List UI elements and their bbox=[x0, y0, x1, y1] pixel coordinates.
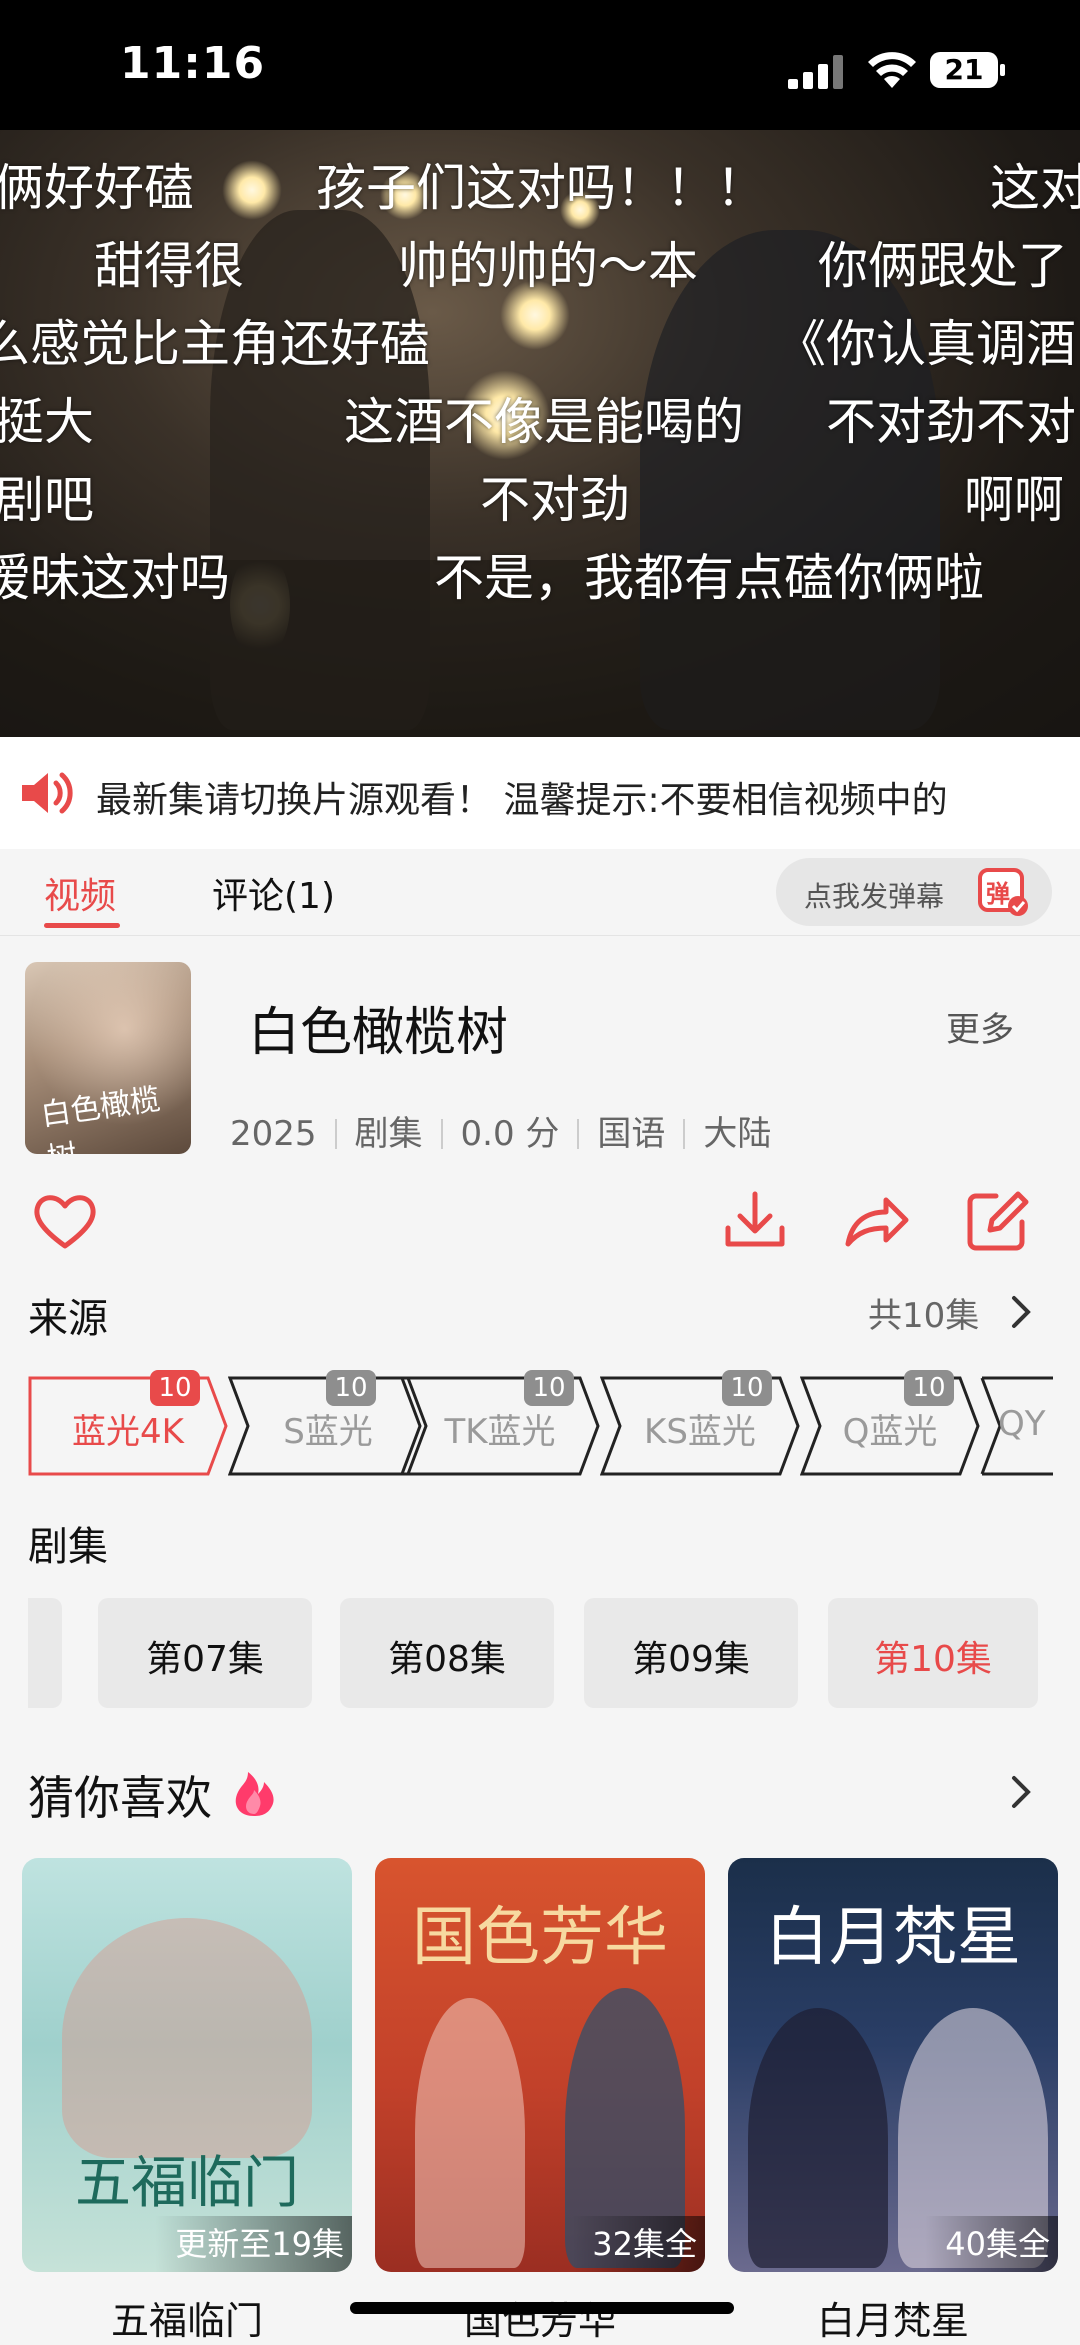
poster-title: 五福临门 bbox=[75, 2151, 299, 2216]
episode-item[interactable]: 第08集 bbox=[340, 1598, 554, 1708]
danmaku-text: 《你认真调酒 bbox=[776, 315, 1076, 373]
source-heading: 来源 bbox=[28, 1296, 108, 1342]
episode-label: 第10集 bbox=[874, 1639, 992, 1680]
danmaku-text: 啊啊 bbox=[964, 471, 1064, 529]
divider bbox=[683, 1119, 686, 1149]
divider bbox=[334, 1119, 337, 1149]
chevron-right-icon[interactable] bbox=[1008, 1772, 1034, 1812]
poster-title: 国色芳华 bbox=[412, 1901, 668, 1975]
source-label: 蓝光4K bbox=[72, 1412, 184, 1452]
notice-bar: 最新集请切换片源观看！ 温馨提示:不要相信视频中的 bbox=[0, 737, 1080, 849]
fire-icon bbox=[235, 1772, 274, 1816]
danmaku-text: 么感觉比主角还好磕 bbox=[0, 315, 430, 373]
poster-art bbox=[748, 2008, 888, 2268]
show-type: 剧集 bbox=[354, 1114, 423, 1154]
source-item[interactable]: KS蓝光 10 bbox=[600, 1370, 800, 1476]
source-list: 蓝光4K 10 S蓝光 10 TK蓝光 10 KS蓝光 10 Q蓝光 10 QY bbox=[28, 1354, 1053, 1484]
source-label: QY bbox=[998, 1404, 1046, 1444]
recommend-card[interactable]: 五福临门 更新至19集 bbox=[22, 1858, 352, 2272]
show-year: 2025 bbox=[230, 1114, 317, 1154]
danmaku-text: 甜得很 bbox=[94, 237, 244, 295]
danmaku-text: 你俩跟处了 bbox=[818, 237, 1068, 295]
tab-active-indicator bbox=[44, 923, 120, 928]
source-item[interactable]: Q蓝光 10 bbox=[800, 1370, 980, 1476]
episodes-heading: 剧集 bbox=[28, 1524, 108, 1570]
source-item[interactable]: QY bbox=[980, 1376, 1053, 1476]
source-item[interactable]: 蓝光4K 10 bbox=[28, 1370, 228, 1476]
divider bbox=[577, 1119, 580, 1149]
status-time: 11:16 bbox=[120, 38, 266, 89]
show-poster[interactable]: 白色橄榄树 bbox=[25, 962, 191, 1154]
candle-glow bbox=[222, 160, 282, 220]
show-meta: 2025 剧集 0.0 分国语 大陆 bbox=[230, 1106, 771, 1155]
source-count-badge: 10 bbox=[904, 1370, 954, 1406]
episode-item[interactable]: 第09集 bbox=[584, 1598, 798, 1708]
battery-level: 21 bbox=[944, 53, 984, 86]
episode-label: 第09集 bbox=[632, 1639, 750, 1680]
episode-label: 第07集 bbox=[146, 1639, 264, 1680]
recommend-heading: 猜你喜欢 bbox=[28, 1771, 212, 1825]
show-region: 大陆 bbox=[703, 1114, 772, 1154]
favorite-heart-icon[interactable] bbox=[30, 1186, 100, 1256]
episode-item[interactable] bbox=[28, 1598, 62, 1708]
danmaku-icon-text: 弹 bbox=[986, 880, 1010, 908]
show-score: 0.0 分 bbox=[460, 1114, 560, 1154]
divider bbox=[440, 1119, 443, 1149]
recommend-card[interactable]: 白月梵星 40集全 bbox=[728, 1858, 1058, 2272]
source-item[interactable]: TK蓝光 10 bbox=[400, 1370, 600, 1476]
source-label: S蓝光 bbox=[283, 1412, 373, 1452]
danmaku-text: 帅的帅的～本 bbox=[398, 237, 698, 295]
danmaku-text: 不对劲 bbox=[480, 471, 630, 529]
show-title: 白色橄榄树 bbox=[248, 1003, 509, 1063]
share-icon[interactable] bbox=[842, 1186, 912, 1256]
danmaku-text: 这对 bbox=[990, 159, 1080, 217]
episode-item-active[interactable]: 第10集 bbox=[828, 1598, 1038, 1708]
video-player[interactable]: 俩好好磕 孩子们这对吗！！！ 这对 甜得很 帅的帅的～本 你俩跟处了 么感觉比主… bbox=[0, 130, 1080, 737]
episode-list: 第07集 第08集 第09集 第10集 bbox=[28, 1598, 1053, 1708]
speaker-icon bbox=[22, 772, 73, 814]
episode-total[interactable]: 共10集 bbox=[868, 1288, 979, 1337]
home-indicator[interactable] bbox=[350, 2302, 734, 2314]
status-bar: 11:16 21 bbox=[0, 0, 1080, 130]
download-icon[interactable] bbox=[720, 1186, 790, 1256]
danmaku-text: 孩子们这对吗！！！ bbox=[316, 159, 766, 217]
episode-label: 第08集 bbox=[388, 1639, 506, 1680]
edit-icon[interactable] bbox=[962, 1186, 1032, 1256]
send-danmaku-button[interactable]: 点我发弹幕 弹 bbox=[776, 858, 1052, 926]
source-item[interactable]: S蓝光 10 bbox=[228, 1370, 428, 1476]
source-count-badge: 10 bbox=[150, 1370, 200, 1406]
notice-text: 最新集请切换片源观看！ 温馨提示:不要相信视频中的 bbox=[96, 780, 948, 821]
danmaku-text: 挺大 bbox=[0, 393, 94, 451]
show-language: 国语 bbox=[597, 1114, 666, 1154]
danmaku-text: 剧吧 bbox=[0, 471, 94, 529]
danmaku-icon: 弹 bbox=[978, 866, 1030, 918]
chevron-right-icon[interactable] bbox=[1008, 1292, 1034, 1332]
poster-title: 白月梵星 bbox=[765, 1901, 1021, 1975]
episode-item[interactable]: 第07集 bbox=[98, 1598, 312, 1708]
send-danmaku-placeholder: 点我发弹幕 bbox=[804, 880, 945, 913]
episode-status-tag: 40集全 bbox=[925, 2216, 1058, 2272]
danmaku-text: 这酒不像是能喝的 bbox=[344, 393, 744, 451]
source-label: KS蓝光 bbox=[644, 1412, 756, 1452]
danmaku-text: 俩好好磕 bbox=[0, 159, 194, 217]
danmaku-text: 不对劲不对 bbox=[826, 393, 1076, 451]
tab-comment[interactable]: 评论(1) bbox=[212, 867, 335, 919]
source-count-badge: 10 bbox=[722, 1370, 772, 1406]
danmaku-text: 暧昧这对吗 bbox=[0, 549, 230, 607]
danmaku-text: 不是，我都有点磕你俩啦 bbox=[434, 549, 984, 607]
recommend-card[interactable]: 国色芳华 32集全 bbox=[375, 1858, 705, 2272]
cellular-signal-icon bbox=[788, 55, 843, 89]
tab-video[interactable]: 视频 bbox=[44, 867, 116, 919]
source-count-badge: 10 bbox=[524, 1370, 574, 1406]
source-count-badge: 10 bbox=[326, 1370, 376, 1406]
source-label: Q蓝光 bbox=[842, 1412, 938, 1452]
episode-status-tag: 32集全 bbox=[572, 2216, 705, 2272]
wifi-icon bbox=[868, 52, 916, 88]
episode-status-tag: 更新至19集 bbox=[155, 2216, 352, 2272]
source-label: TK蓝光 bbox=[444, 1412, 556, 1452]
poster-art bbox=[62, 1918, 312, 2158]
more-button[interactable]: 更多 bbox=[946, 1002, 1014, 1051]
poster-art bbox=[415, 1998, 525, 2268]
